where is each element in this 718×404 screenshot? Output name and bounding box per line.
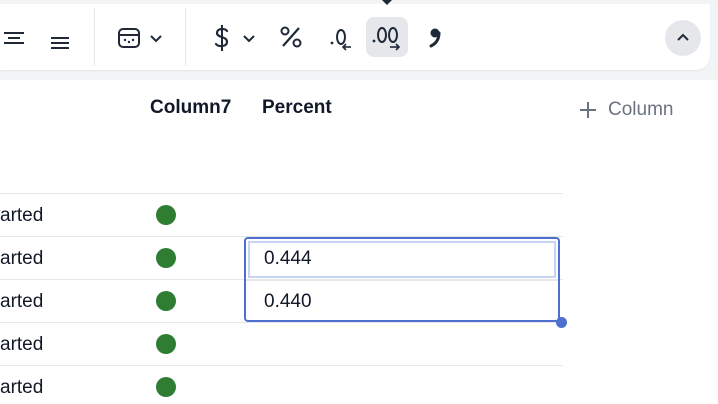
status-cell[interactable]: arted	[0, 205, 43, 227]
thousands-separator-button[interactable]	[420, 22, 448, 52]
column-header-percent[interactable]: Percent	[262, 97, 332, 119]
tooltip-pointer	[382, 0, 392, 5]
row-divider	[0, 365, 563, 366]
status-dot	[156, 291, 176, 311]
status-dot	[156, 248, 176, 268]
decrease-decimals-button[interactable]	[328, 24, 356, 52]
percent-cell[interactable]: 0.444	[264, 248, 312, 270]
date-format-button[interactable]	[112, 24, 168, 52]
chevron-down-icon	[150, 35, 162, 43]
status-cell[interactable]: arted	[0, 291, 43, 313]
percent-cell[interactable]: 0.440	[264, 291, 312, 313]
percent-format-button[interactable]	[276, 22, 306, 52]
add-column-button[interactable]: Column	[578, 99, 673, 121]
increase-decimals-button[interactable]	[370, 21, 404, 53]
status-dot	[156, 205, 176, 225]
toolbar-separator	[94, 8, 95, 66]
increase-decimals-icon	[372, 27, 401, 51]
cell-divider	[246, 280, 558, 281]
align-justify-button[interactable]	[46, 26, 74, 54]
row-divider	[0, 193, 563, 194]
row-divider	[0, 322, 563, 323]
status-cell[interactable]: arted	[0, 248, 43, 270]
toolbar-separator	[185, 8, 186, 66]
thousands-separator-icon	[429, 28, 441, 48]
dollar-icon	[214, 25, 229, 51]
plus-icon	[580, 102, 596, 118]
fill-handle[interactable]	[556, 317, 567, 328]
align-justify-icon	[51, 37, 69, 49]
column-header-column7[interactable]: Column7	[150, 97, 231, 119]
align-center-icon	[4, 32, 24, 44]
decrease-decimals-icon	[330, 29, 351, 51]
status-dot	[156, 377, 176, 397]
chevron-up-icon	[677, 33, 689, 41]
calendar-format-icon	[118, 28, 140, 48]
align-center-button[interactable]	[0, 24, 28, 52]
percent-icon	[280, 26, 302, 48]
currency-format-button[interactable]	[204, 22, 262, 54]
status-dot	[156, 334, 176, 354]
chevron-down-icon	[243, 35, 255, 43]
collapse-toolbar-button[interactable]	[665, 20, 701, 56]
status-cell[interactable]: arted	[0, 334, 43, 356]
status-cell[interactable]: arted	[0, 377, 43, 399]
add-column-label: Column	[608, 99, 674, 120]
